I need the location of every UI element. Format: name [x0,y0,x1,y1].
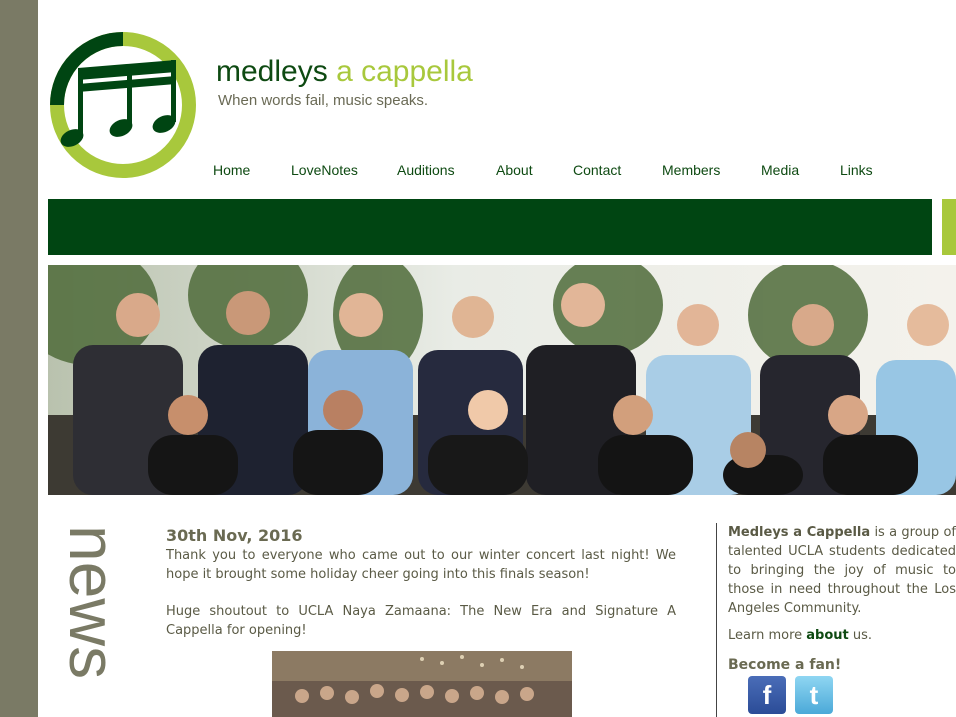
nav-about[interactable]: About [496,162,533,178]
nav-members[interactable]: Members [662,162,720,178]
header-green-bar [48,199,932,255]
nav-lovenotes[interactable]: LoveNotes [291,162,358,178]
site-title-part2: a cappella [336,55,473,88]
about-link[interactable]: about [806,628,848,643]
left-decorative-strip [0,0,38,717]
twitter-icon[interactable]: t [795,676,833,714]
nav-links[interactable]: Links [840,162,873,178]
sidebar-org-name: Medleys a Cappella [728,525,871,540]
post-photo [272,651,572,717]
site-title[interactable]: medleys a cappella [216,54,473,90]
group-photo [48,265,956,495]
header-lime-accent [942,199,956,255]
medleys-logo[interactable] [48,30,198,180]
nav-contact[interactable]: Contact [573,162,621,178]
post-body: Thank you to everyone who came out to ou… [166,546,676,658]
post-paragraph-1: Thank you to everyone who came out to ou… [166,548,676,582]
nav-home[interactable]: Home [213,162,250,178]
sidebar-about-text: Medleys a Cappella is a group of talente… [728,523,956,618]
sidebar-divider [716,523,717,717]
learn-more-prefix: Learn more [728,628,807,643]
news-section-label-text: news [60,525,130,679]
nav-media[interactable]: Media [761,162,799,178]
post-paragraph-2: Huge shoutout to UCLA Naya Zamaana: The … [166,604,676,638]
site-tagline: When words fail, music speaks. [218,92,429,109]
twitter-glyph: t [809,680,819,710]
nav-auditions[interactable]: Auditions [397,162,455,178]
post-date: 30th Nov, 2016 [166,526,303,545]
facebook-glyph: f [762,680,772,710]
sidebar-learn-more: Learn more about us. [728,628,872,643]
news-section-label: news [60,525,130,679]
facebook-icon[interactable]: f [748,676,786,714]
site-title-part1: medleys [216,55,328,88]
become-fan-heading: Become a fan! [728,657,842,673]
learn-more-suffix: us. [848,628,873,643]
